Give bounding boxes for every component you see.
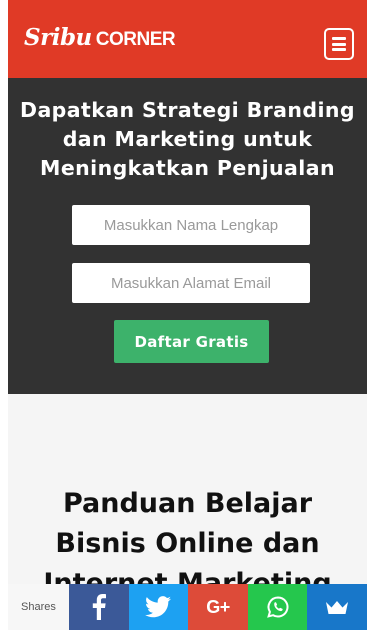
logo-wordmark: Sribu [24, 24, 92, 51]
twitter-icon [145, 596, 172, 618]
daftar-gratis-button[interactable]: Daftar Gratis [114, 320, 269, 363]
email-field[interactable] [72, 263, 310, 303]
signup-hero: Dapatkan Strategi Branding dan Marketing… [8, 78, 367, 394]
menu-bar [332, 48, 346, 51]
sumo-share-button[interactable] [307, 584, 367, 630]
site-logo[interactable]: Sribu CORNER [24, 24, 176, 51]
whatsapp-icon [266, 596, 289, 618]
hero-title: Dapatkan Strategi Branding dan Marketing… [20, 98, 355, 180]
menu-bar [332, 42, 346, 46]
shares-label: Shares [8, 584, 69, 630]
logo-subtitle: CORNER [95, 29, 176, 50]
facebook-icon [92, 594, 106, 620]
whatsapp-share-button[interactable] [247, 584, 308, 630]
site-header: Sribu CORNER [8, 0, 367, 78]
hamburger-menu-icon[interactable] [324, 28, 354, 60]
facebook-share-button[interactable] [69, 584, 129, 630]
google-plus-share-button[interactable]: G+ [188, 584, 248, 630]
sumo-crown-icon [326, 601, 349, 614]
full-name-field[interactable] [72, 205, 310, 245]
menu-bar [332, 37, 346, 40]
twitter-share-button[interactable] [128, 584, 189, 630]
share-bar: Shares G+ [8, 584, 367, 630]
page-frame: Sribu CORNER Dapatkan Strategi Branding d… [8, 0, 367, 630]
google-plus-icon: G+ [206, 596, 230, 617]
